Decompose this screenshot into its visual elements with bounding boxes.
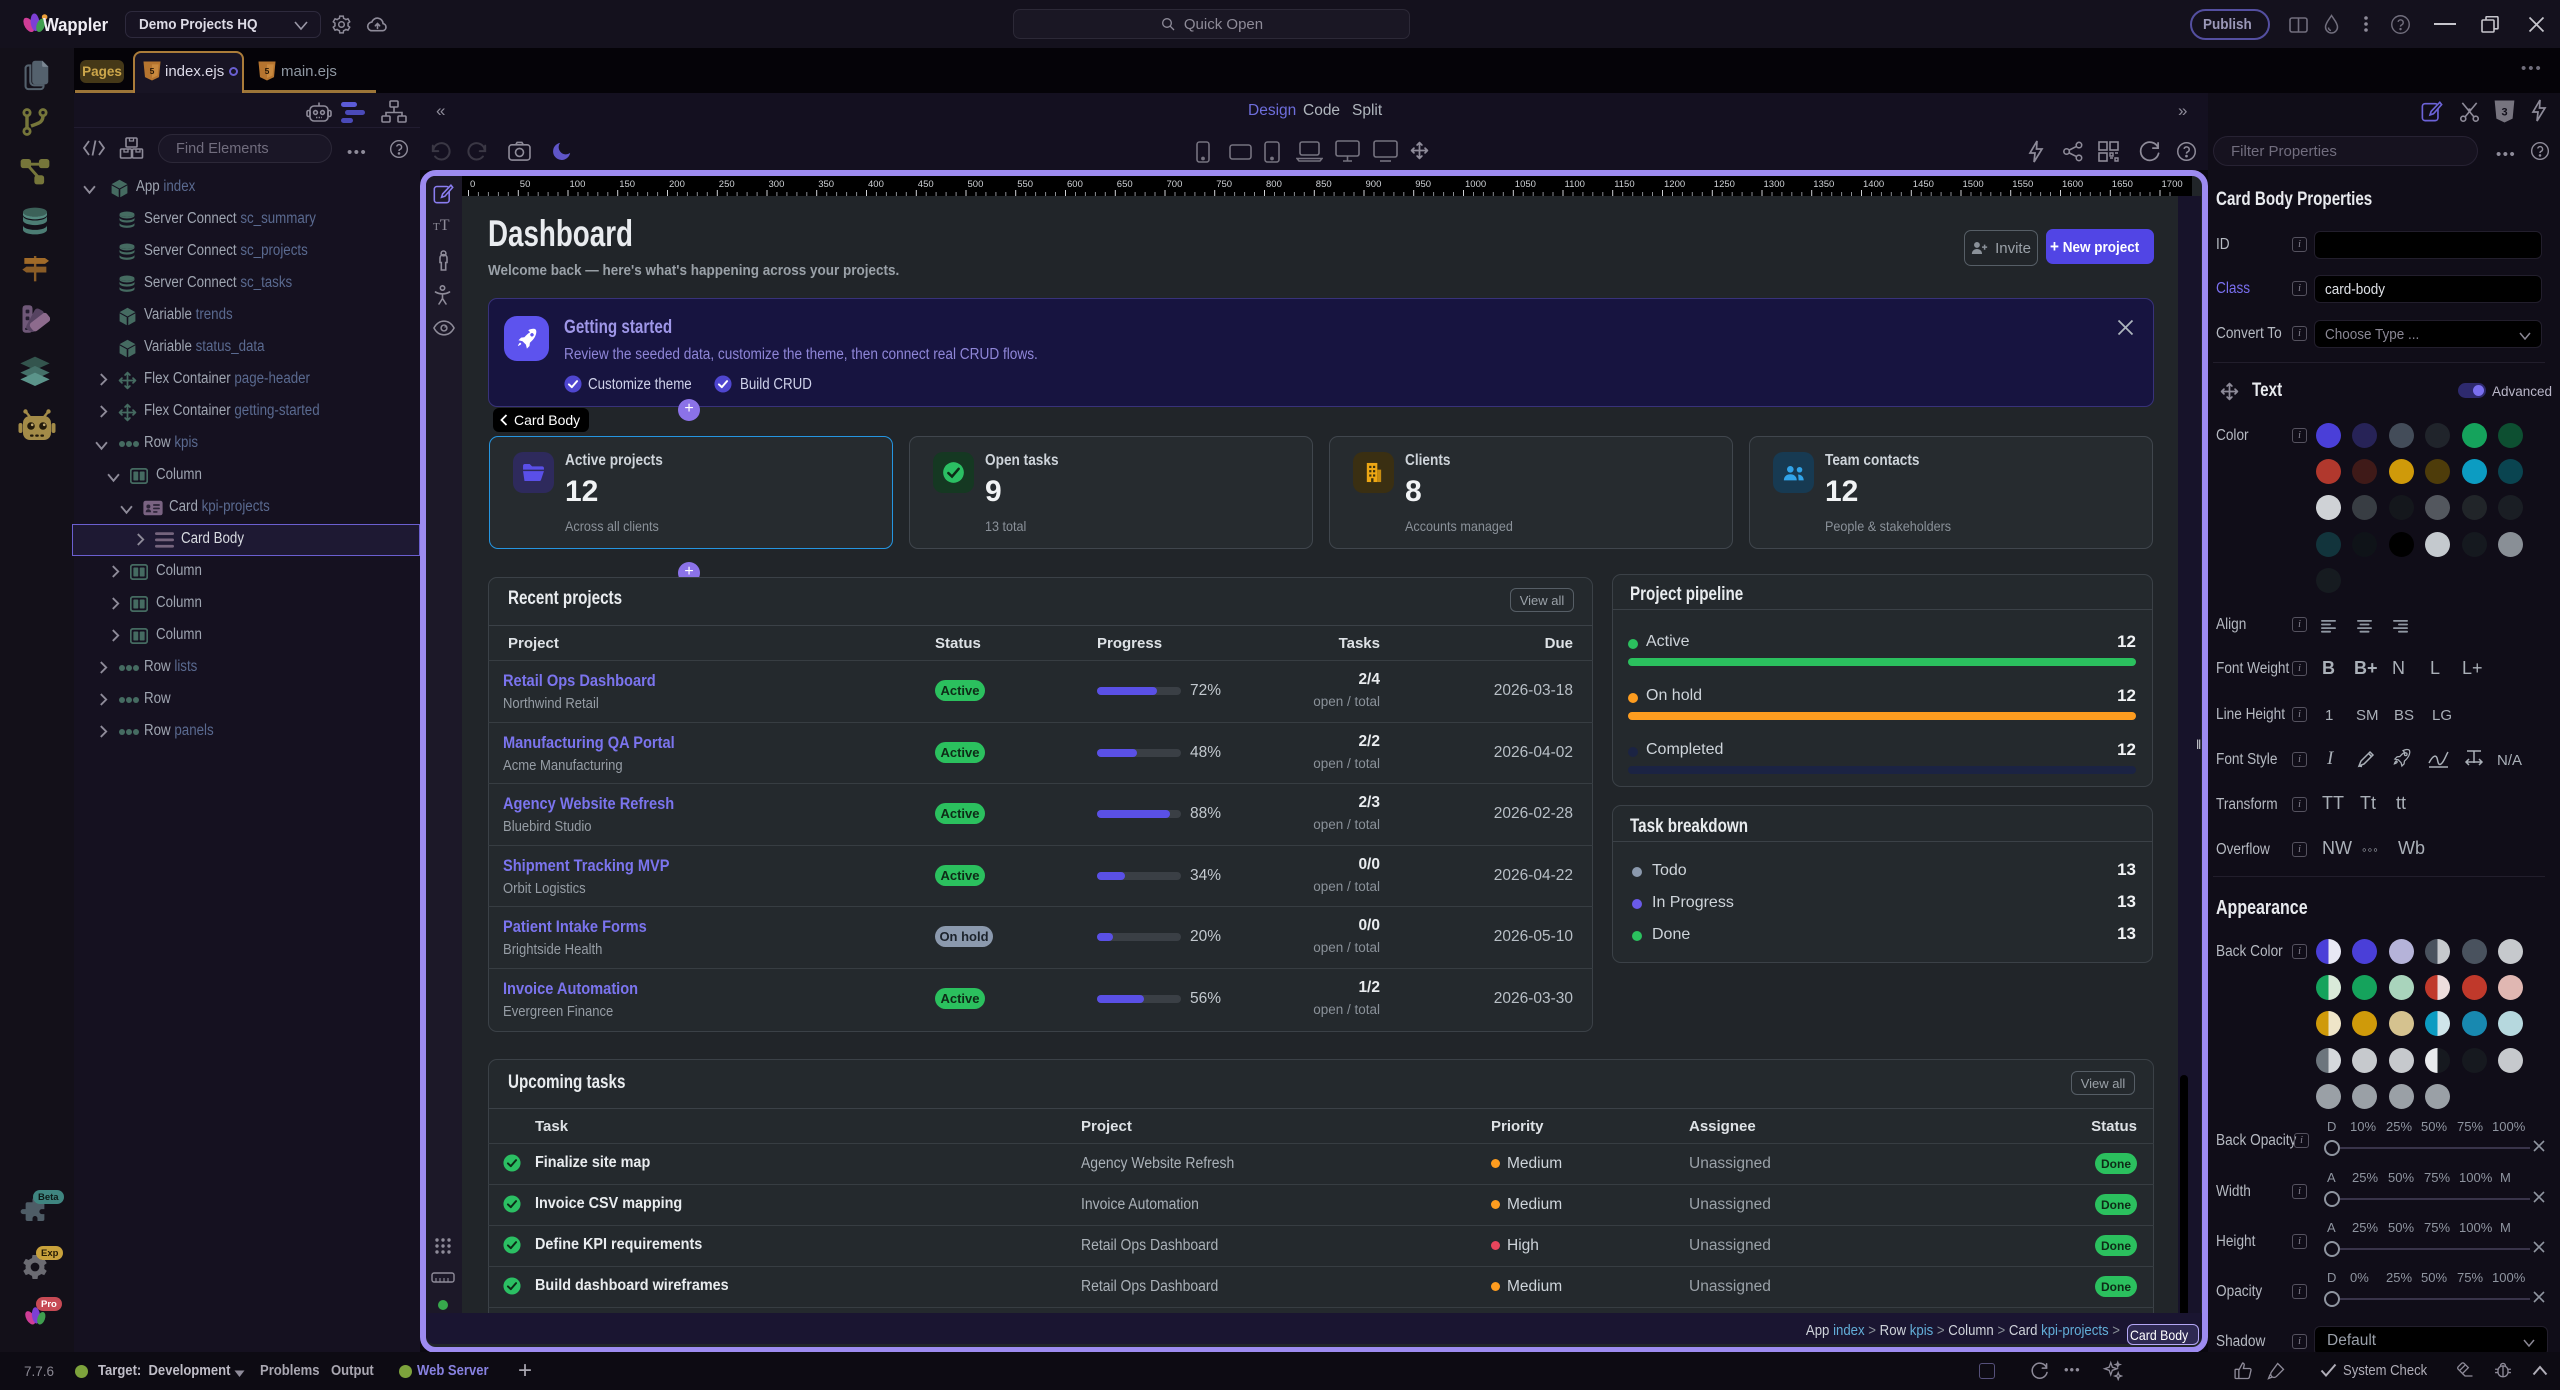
svg-text:1450: 1450: [1913, 179, 1934, 190]
svg-text:450: 450: [918, 179, 934, 190]
svg-text:150: 150: [619, 179, 635, 190]
svg-text:750: 750: [1216, 179, 1232, 190]
svg-text:5: 5: [265, 66, 270, 76]
svg-text:1250: 1250: [1714, 179, 1735, 190]
svg-text:3: 3: [2501, 106, 2507, 118]
svg-text:250: 250: [719, 179, 735, 190]
svg-text:1700: 1700: [2162, 179, 2183, 190]
svg-text:900: 900: [1366, 179, 1382, 190]
svg-text:600: 600: [1067, 179, 1083, 190]
svg-text:1400: 1400: [1863, 179, 1884, 190]
svg-text:500: 500: [968, 179, 984, 190]
svg-text:1500: 1500: [1963, 179, 1984, 190]
svg-text:50: 50: [520, 179, 531, 190]
svg-text:200: 200: [669, 179, 685, 190]
svg-text:1150: 1150: [1614, 179, 1634, 190]
svg-text:700: 700: [1167, 179, 1183, 190]
svg-text:1100: 1100: [1565, 179, 1585, 190]
svg-text:1600: 1600: [2062, 179, 2083, 190]
svg-text:1550: 1550: [2012, 179, 2033, 190]
svg-text:800: 800: [1266, 179, 1282, 190]
svg-text:0: 0: [470, 179, 475, 190]
svg-text:1650: 1650: [2112, 179, 2133, 190]
svg-text:1300: 1300: [1764, 179, 1785, 190]
svg-text:100: 100: [570, 179, 586, 190]
svg-text:1000: 1000: [1465, 179, 1486, 190]
svg-text:300: 300: [769, 179, 785, 190]
svg-text:350: 350: [818, 179, 834, 190]
svg-text:550: 550: [1017, 179, 1033, 190]
svg-text:5: 5: [150, 66, 155, 76]
svg-text:1200: 1200: [1664, 179, 1685, 190]
svg-text:400: 400: [868, 179, 884, 190]
svg-text:1350: 1350: [1813, 179, 1834, 190]
svg-text:850: 850: [1316, 179, 1332, 190]
svg-text:1050: 1050: [1515, 179, 1536, 190]
svg-text:650: 650: [1117, 179, 1133, 190]
svg-text:950: 950: [1415, 179, 1431, 190]
